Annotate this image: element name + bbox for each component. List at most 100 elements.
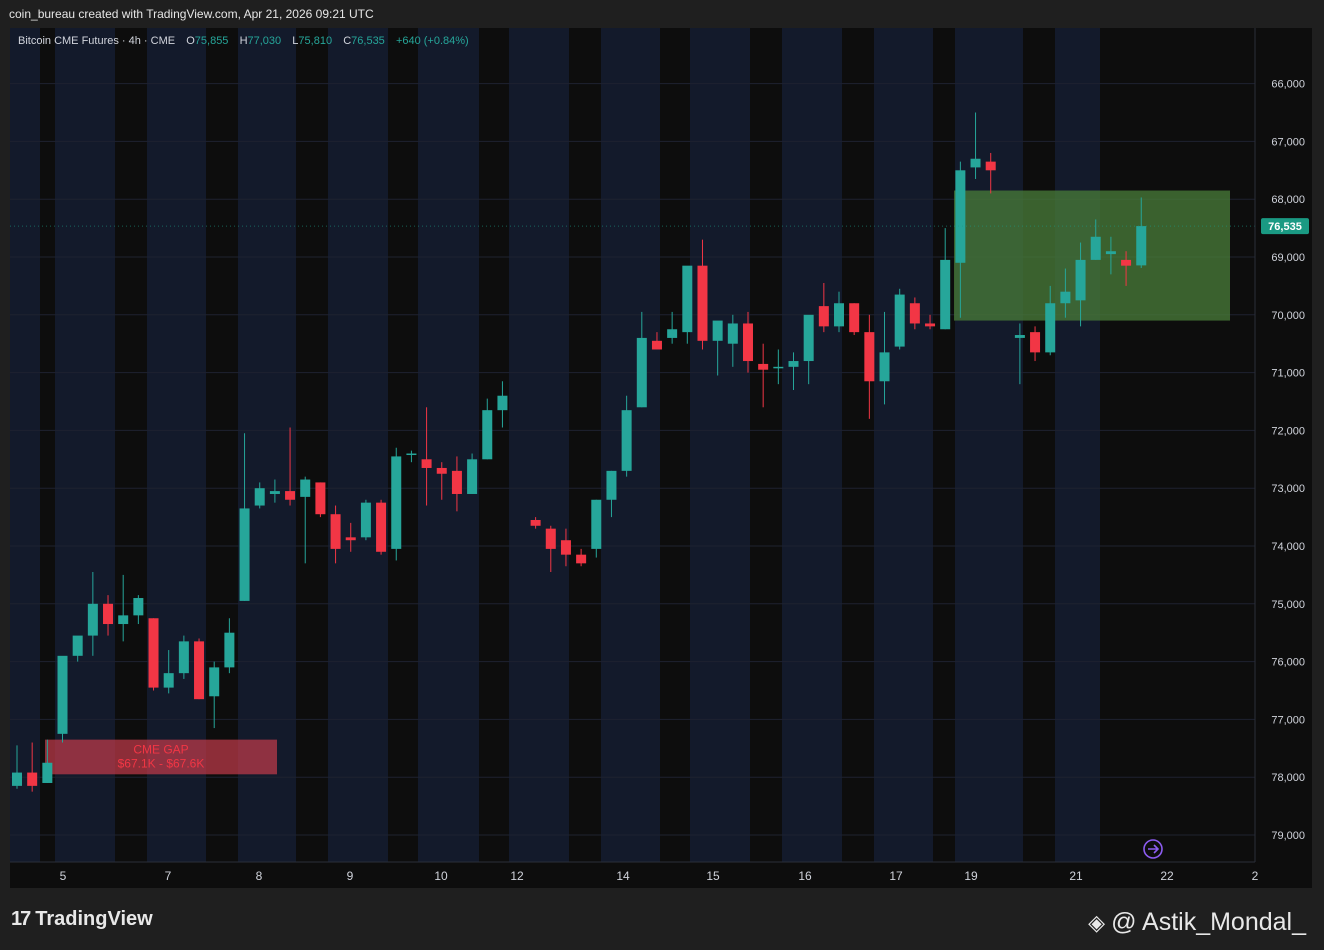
- candle-body: [788, 361, 799, 367]
- symbol-label[interactable]: Bitcoin CME Futures · 4h · CME: [18, 35, 175, 47]
- session-band-5: [418, 28, 479, 862]
- candle-body: [285, 491, 296, 500]
- y-tick-label: 76,000: [1271, 657, 1305, 669]
- session-gap-3: [296, 28, 328, 862]
- candle-body: [530, 519, 541, 526]
- candle-body: [1014, 335, 1025, 338]
- candle-body: [57, 655, 68, 734]
- x-tick-label: 22: [1160, 869, 1174, 883]
- high-label: H: [239, 35, 248, 47]
- session-gap-2: [206, 28, 238, 862]
- y-tick-label: 69,000: [1271, 252, 1305, 264]
- session-gap-9: [842, 28, 874, 862]
- session-gap-1: [115, 28, 147, 862]
- change-value: +640 (+0.84%): [395, 35, 469, 47]
- session-gap-11: [1023, 28, 1055, 862]
- candle-body: [497, 395, 508, 411]
- candle-body: [621, 410, 632, 471]
- close-label: C: [343, 35, 352, 47]
- y-tick-label: 75,000: [1271, 599, 1305, 611]
- open-value: 75,855: [194, 35, 229, 47]
- candle-body: [209, 667, 220, 697]
- candle-body: [406, 453, 417, 456]
- candle-body: [955, 170, 966, 263]
- candle-body: [87, 603, 98, 636]
- x-tick-label: 9: [347, 869, 354, 883]
- cme-gap-label: $67.1K - $67.6K: [118, 757, 205, 771]
- chart-legend: Bitcoin CME Futures · 4h · CME O75,855 H…: [18, 35, 469, 47]
- candle-body: [451, 470, 462, 494]
- session-band-11: [955, 28, 1023, 862]
- candle-body: [467, 459, 478, 494]
- candle-body: [970, 158, 981, 168]
- candle-body: [254, 488, 265, 506]
- candle-body: [103, 603, 114, 625]
- y-tick-label: 77,000: [1271, 714, 1305, 726]
- y-tick-label: 71,000: [1271, 368, 1305, 380]
- tradingview-logo-icon: 17: [11, 908, 31, 930]
- x-tick-label: 21: [1069, 869, 1083, 883]
- session-band-2: [147, 28, 206, 862]
- session-gap-12: [1100, 28, 1108, 862]
- low-value: 75,810: [298, 35, 333, 47]
- x-tick-label: 17: [889, 869, 903, 883]
- x-tick-label: 19: [964, 869, 978, 883]
- candle-body: [849, 303, 860, 333]
- candle-body: [194, 641, 205, 700]
- candle-body: [1075, 259, 1086, 301]
- x-tick-label: 12: [510, 869, 524, 883]
- candle-body: [894, 294, 905, 347]
- session-band-0: [10, 28, 40, 862]
- candle-body: [360, 502, 371, 538]
- x-tick-label: 2: [1252, 869, 1259, 883]
- candle-body: [482, 410, 493, 460]
- y-tick-label: 68,000: [1271, 194, 1305, 206]
- candle-body: [133, 598, 144, 616]
- candlestick-chart[interactable]: 79,000 78,000 77,000 76,000 75,000 74,000 73,0…: [0, 0, 1324, 950]
- x-tick-label: 14: [616, 869, 630, 883]
- candle-body: [697, 265, 708, 341]
- candle-body: [773, 366, 784, 369]
- candle-body: [1045, 303, 1056, 353]
- candle-body: [269, 491, 280, 494]
- session-band-4: [328, 28, 388, 862]
- candle-body: [1105, 251, 1116, 255]
- candle-body: [436, 467, 447, 474]
- candle-body: [239, 508, 250, 601]
- session-band-6: [509, 28, 569, 862]
- high-value: 77,030: [247, 35, 282, 47]
- session-gap-0: [40, 28, 55, 862]
- footer: 17 TradingView ◈ @ Astik_Mondal_: [0, 888, 1324, 950]
- candle-body: [315, 482, 326, 515]
- binance-icon: ◈: [1088, 909, 1106, 935]
- session-band-8: [690, 28, 750, 862]
- candle-body: [42, 762, 53, 783]
- y-tick-label: 72,000: [1271, 425, 1305, 437]
- last-price-label: 76,535: [1268, 221, 1302, 233]
- y-tick-label: 66,000: [1271, 79, 1305, 91]
- author-watermark: ◈ @ Astik_Mondal_: [1088, 908, 1306, 937]
- x-tick-label: 8: [256, 869, 263, 883]
- candle-body: [178, 641, 189, 674]
- tradingview-logo[interactable]: 17 TradingView: [11, 908, 153, 931]
- session-band-1: [55, 28, 115, 862]
- session-band-3: [238, 28, 296, 862]
- x-tick-label: 10: [434, 869, 448, 883]
- candle-body: [345, 537, 356, 541]
- candle-body: [985, 161, 996, 171]
- author-handle: @ Astik_Mondal_: [1111, 908, 1306, 936]
- session-gap-6: [569, 28, 601, 862]
- session-gap-10: [933, 28, 955, 862]
- session-band-10: [874, 28, 933, 862]
- x-tick-label: 7: [165, 869, 172, 883]
- candle-body: [742, 323, 753, 362]
- candle-body: [421, 459, 432, 468]
- candle-body: [12, 772, 22, 786]
- candle-body: [727, 323, 738, 344]
- candle-body: [667, 329, 678, 338]
- candle-body: [163, 673, 174, 688]
- y-tick-label: 67,000: [1271, 136, 1305, 148]
- candle-body: [879, 352, 890, 382]
- candle-body: [27, 772, 38, 786]
- candle-body: [545, 528, 556, 549]
